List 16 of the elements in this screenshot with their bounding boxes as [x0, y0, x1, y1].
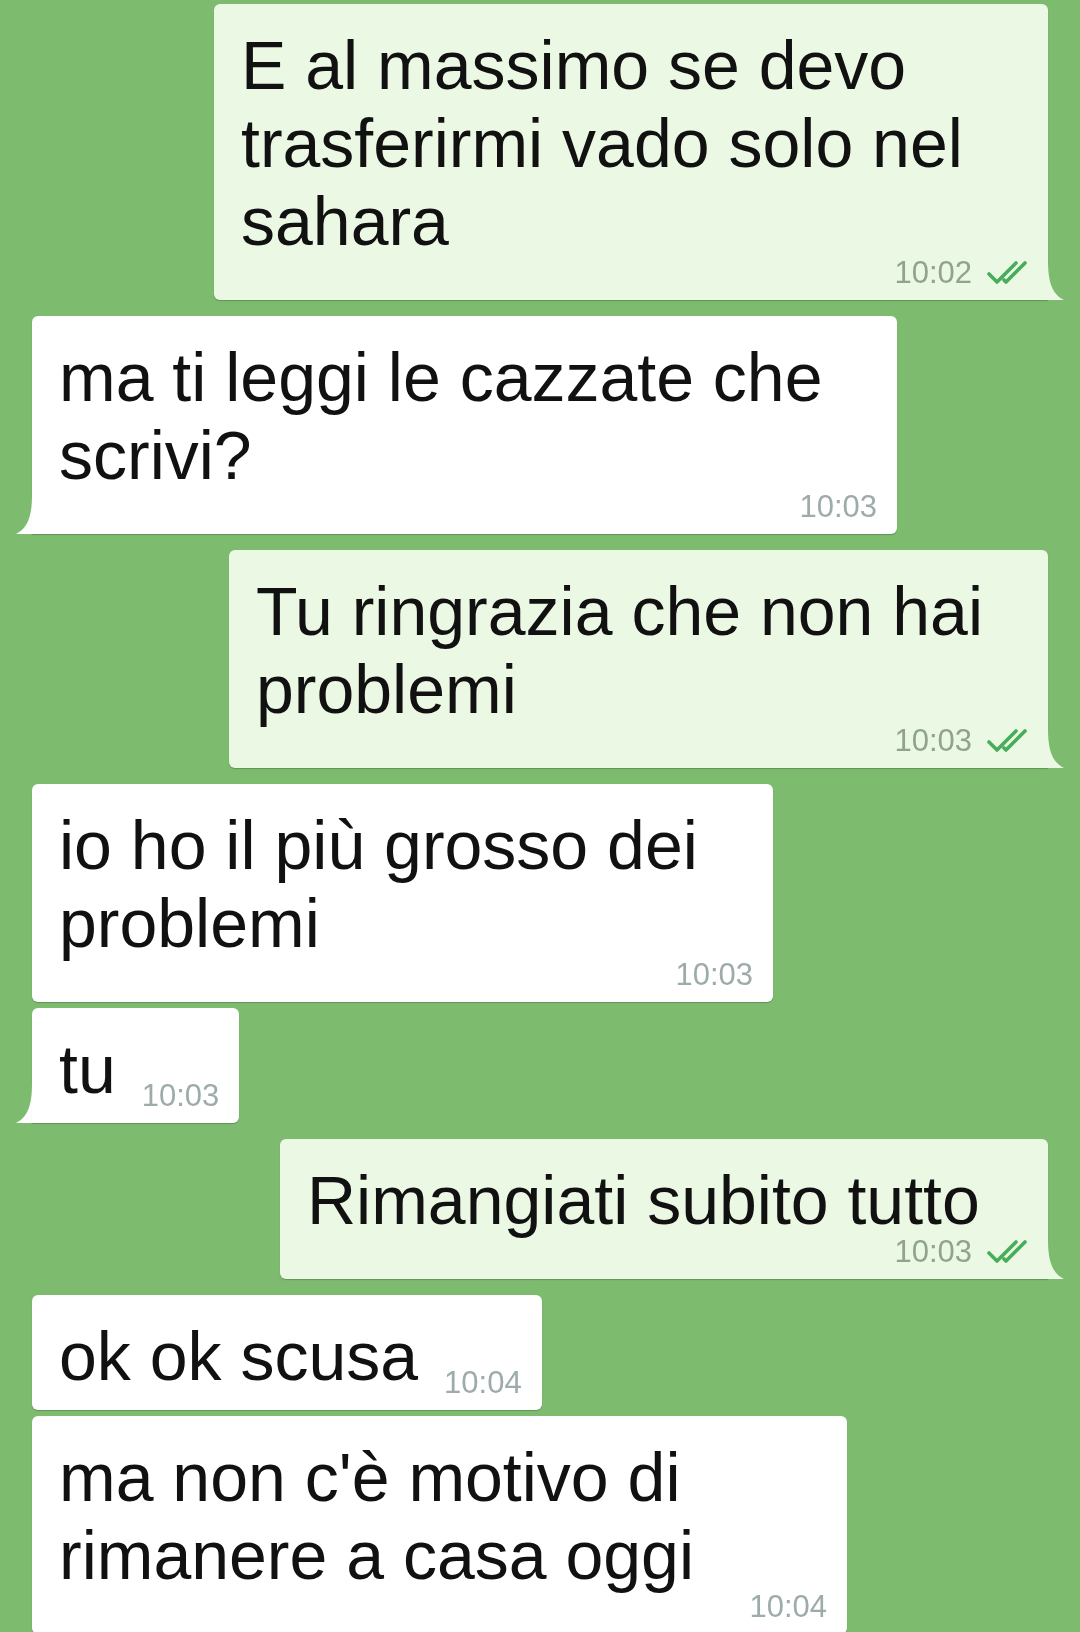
message-time: 10:03: [675, 963, 753, 986]
message-text: tu: [59, 1030, 116, 1108]
message-time: 10:03: [799, 495, 877, 518]
message-text: E al massimo se devo trasferirmi vado solo nel sahara: [241, 26, 964, 260]
message-text: Rimangiati subito tutto: [307, 1161, 980, 1239]
message-time: 10:03: [894, 1240, 972, 1263]
message-text: ma non c'è motivo di rimanere a casa oggi: [59, 1438, 695, 1594]
message-time: 10:04: [749, 1595, 827, 1618]
message-text: Tu ringrazia che non hai problemi: [256, 572, 984, 728]
message-time: 10:04: [444, 1371, 522, 1394]
message-time: 10:02: [894, 261, 972, 284]
message-text: ok ok scusa: [59, 1317, 419, 1395]
message-time: 10:03: [894, 729, 972, 752]
message-time: 10:03: [141, 1084, 220, 1107]
message-text: ma ti leggi le cazzate che scrivi?: [59, 338, 824, 494]
message-text: io ho il più grosso dei problemi: [59, 806, 699, 962]
